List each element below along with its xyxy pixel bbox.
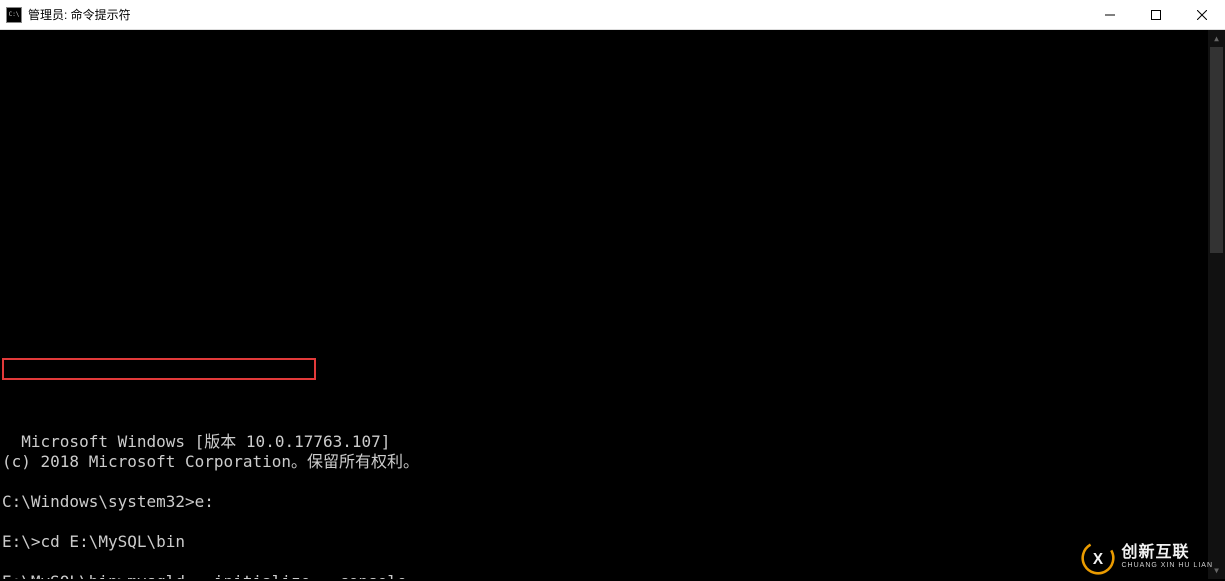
minimize-button[interactable] <box>1087 0 1133 29</box>
watermark-logo-icon: X <box>1081 541 1115 575</box>
output-line: Microsoft Windows [版本 10.0.17763.107] <box>21 432 390 451</box>
highlight-annotation <box>2 358 316 380</box>
close-button[interactable] <box>1179 0 1225 29</box>
output-line: E:\MySQL\bin>mysqld --initialize --conso… <box>2 572 407 579</box>
app-icon: C:\ <box>6 7 22 23</box>
vertical-scrollbar[interactable]: ▲ ▼ <box>1208 30 1225 579</box>
watermark-subtext: CHUANG XIN HU LIAN <box>1121 561 1213 570</box>
terminal-output[interactable]: Microsoft Windows [版本 10.0.17763.107] (c… <box>0 30 1225 579</box>
output-line: E:\>cd E:\MySQL\bin <box>2 532 185 551</box>
window-titlebar: C:\ 管理员: 命令提示符 <box>0 0 1225 30</box>
watermark: X 创新互联 CHUANG XIN HU LIAN <box>1081 541 1213 575</box>
output-line: C:\Windows\system32>e: <box>2 492 214 511</box>
maximize-button[interactable] <box>1133 0 1179 29</box>
scroll-up-arrow[interactable]: ▲ <box>1208 30 1225 47</box>
svg-text:X: X <box>1093 551 1104 568</box>
output-line: (c) 2018 Microsoft Corporation。保留所有权利。 <box>2 452 419 471</box>
window-controls <box>1087 0 1225 29</box>
window-title: 管理员: 命令提示符 <box>28 6 131 23</box>
scroll-thumb[interactable] <box>1210 47 1223 253</box>
scroll-track[interactable] <box>1208 47 1225 562</box>
watermark-text: 创新互联 <box>1121 545 1213 561</box>
